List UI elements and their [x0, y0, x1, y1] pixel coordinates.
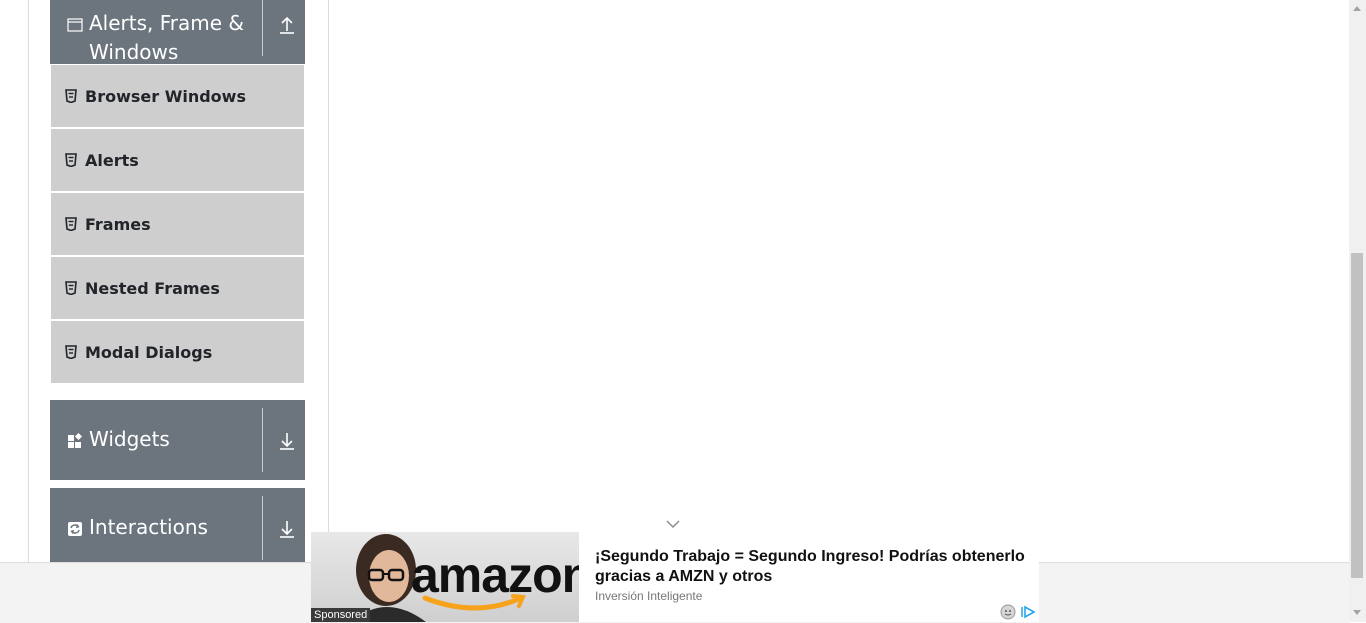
sidebar-item-browser-windows[interactable]: Browser Windows	[51, 65, 304, 127]
group-title: Widgets	[89, 427, 170, 451]
group-header-alerts-frame-windows[interactable]: Alerts, Frame & Windows	[50, 0, 305, 64]
header-divider	[262, 0, 263, 56]
sidebar-item-label: Nested Frames	[85, 279, 220, 298]
widgets-icon	[68, 433, 83, 448]
arrow-down-icon[interactable]	[276, 430, 298, 452]
header-divider	[262, 408, 263, 472]
header-divider	[262, 496, 263, 560]
sidebar-item-label: Alerts	[85, 151, 139, 170]
sponsored-ad[interactable]: amazon Sponsored ¡Segundo Trabajo = Segu…	[311, 532, 1039, 622]
ad-choices-icon[interactable]	[1000, 604, 1038, 620]
scroll-down-icon[interactable]	[1353, 610, 1361, 615]
group-header-widgets[interactable]: Widgets	[50, 400, 305, 480]
arrow-up-icon[interactable]	[276, 14, 298, 36]
sidebar-item-label: Modal Dialogs	[85, 343, 213, 362]
ad-image[interactable]: amazon Sponsored	[311, 532, 579, 622]
amazon-smile-icon	[422, 594, 526, 611]
left-border	[28, 0, 29, 562]
window-icon	[67, 18, 83, 32]
sidebar-item-label: Browser Windows	[85, 87, 246, 106]
content-divider	[328, 0, 329, 562]
interactions-icon	[68, 522, 82, 536]
sidebar-item-frames[interactable]: Frames	[51, 193, 304, 255]
page-scrollbar[interactable]	[1349, 0, 1366, 622]
html5-icon	[65, 217, 77, 231]
scroll-up-icon[interactable]	[1353, 6, 1361, 11]
group-title: Interactions	[89, 515, 208, 539]
ad-headline[interactable]: ¡Segundo Trabajo = Segundo Ingreso! Podr…	[595, 547, 1035, 587]
scrollbar-thumb[interactable]	[1351, 253, 1363, 578]
group-header-interactions[interactable]: Interactions	[50, 488, 305, 562]
ad-source: Inversión Inteligente	[595, 589, 703, 603]
arrow-down-icon[interactable]	[276, 518, 298, 540]
sidebar-item-modal-dialogs[interactable]: Modal Dialogs	[51, 321, 304, 383]
html5-icon	[65, 281, 77, 295]
chevron-down-icon[interactable]	[665, 518, 681, 530]
html5-icon	[65, 89, 77, 103]
html5-icon	[65, 345, 77, 359]
sponsored-label: Sponsored	[311, 608, 371, 622]
sidebar-item-alerts[interactable]: Alerts	[51, 129, 304, 191]
group-title: Alerts, Frame & Windows	[89, 11, 245, 64]
sidebar-item-nested-frames[interactable]: Nested Frames	[51, 257, 304, 319]
sidebar-item-label: Frames	[85, 215, 151, 234]
html5-icon	[65, 153, 77, 167]
